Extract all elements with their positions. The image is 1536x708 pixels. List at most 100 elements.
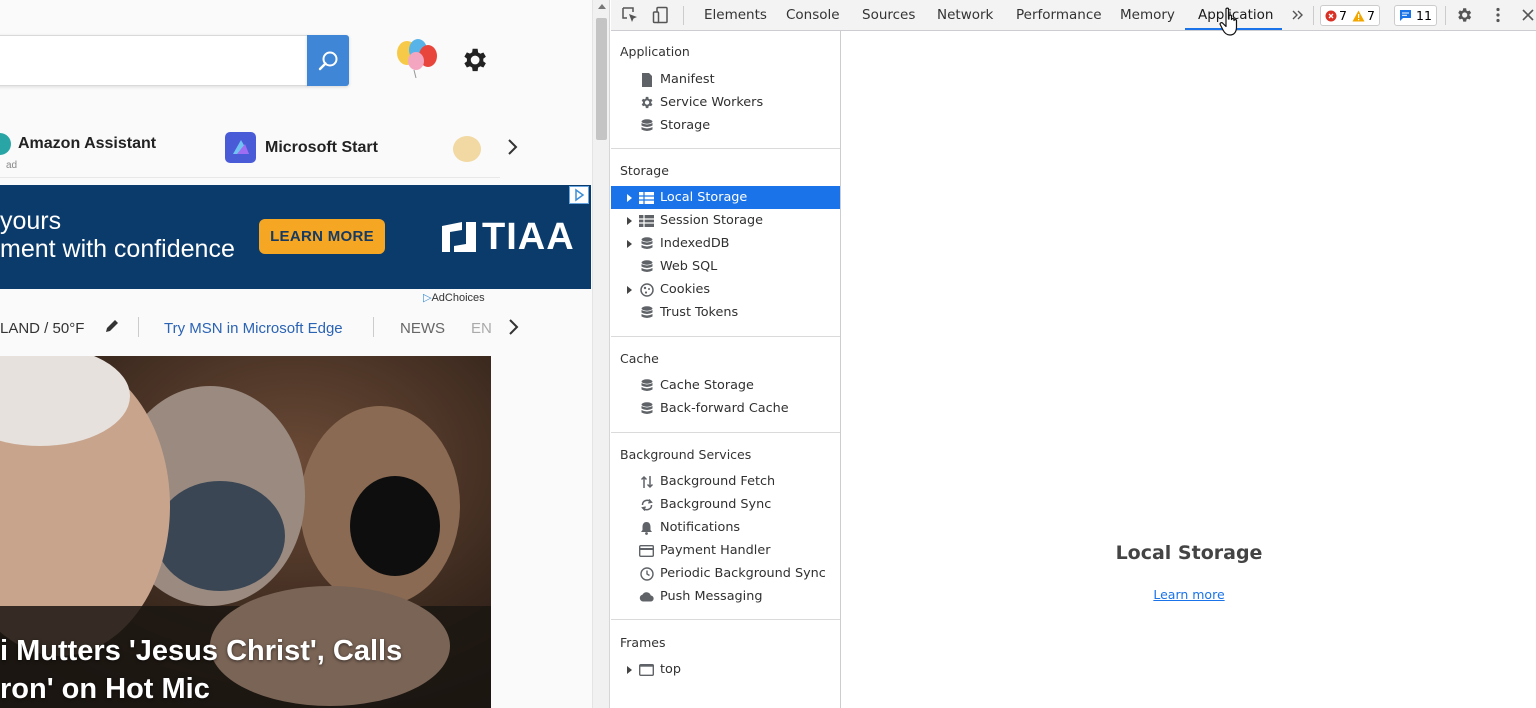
close-icon[interactable]	[1519, 6, 1536, 24]
try-msn-edge-link[interactable]: Try MSN in Microsoft Edge	[164, 320, 343, 337]
section-title-application: Application	[620, 44, 690, 59]
sidebar-item-label: Cookies	[660, 282, 711, 297]
tab-elements[interactable]: Elements	[704, 0, 767, 31]
sidebar-item-label: Notifications	[660, 520, 741, 535]
sidebar-item-label: Manifest	[660, 72, 715, 87]
expand-arrow-icon[interactable]	[627, 285, 632, 294]
nav-news[interactable]: NEWS	[400, 320, 445, 337]
edit-pencil-icon[interactable]	[104, 318, 120, 334]
expand-arrow-icon[interactable]	[627, 193, 632, 202]
sidebar-item-label: Service Workers	[660, 95, 764, 110]
sidebar-item-label: Periodic Background Sync	[660, 566, 826, 581]
ad-text-line1: yours	[0, 207, 62, 235]
msn-search-input[interactable]	[0, 35, 308, 86]
headline-line2: ron' on Hot Mic	[0, 673, 210, 705]
sidebar-item-periodic-background-sync[interactable]: Periodic Background Sync	[611, 562, 840, 585]
news-headline[interactable]: i Mutters 'Jesus Christ', Calls ron' on …	[0, 632, 402, 708]
sidebar-item-cookies[interactable]: Cookies	[611, 278, 840, 301]
database-icon	[639, 118, 654, 133]
expand-arrow-icon[interactable]	[627, 239, 632, 248]
inspect-element-icon[interactable]	[621, 6, 639, 24]
toolbar-divider	[1313, 6, 1314, 25]
hand-pointer-cursor-icon	[1219, 7, 1238, 36]
sidebar-item-frame-top[interactable]: top	[611, 658, 840, 681]
sidebar-item-session-storage[interactable]: Session Storage	[611, 209, 840, 232]
sidebar-item-label: Cache Storage	[660, 378, 754, 393]
table-grid-icon	[639, 190, 654, 205]
headline-line1: i Mutters 'Jesus Christ', Calls	[0, 635, 403, 667]
adchoices-label: AdChoices	[431, 292, 485, 304]
cloud-icon	[639, 589, 654, 604]
section-title-storage: Storage	[620, 163, 669, 178]
scroll-thumb[interactable]	[596, 18, 607, 140]
sidebar-item-back-forward-cache[interactable]: Back-forward Cache	[611, 397, 840, 420]
sidebar-item-trust-tokens[interactable]: Trust Tokens	[611, 301, 840, 324]
chevron-right-icon[interactable]	[506, 318, 520, 336]
page-scrollbar[interactable]	[592, 0, 610, 708]
sync-icon	[639, 497, 654, 512]
tab-performance[interactable]: Performance	[1016, 0, 1102, 31]
tab-sources[interactable]: Sources	[862, 0, 915, 31]
bell-icon	[639, 520, 654, 535]
sidebar-item-background-sync[interactable]: Background Sync	[611, 493, 840, 516]
tiaa-brand-text: TIAA	[482, 215, 575, 258]
more-tabs-chevron-icon[interactable]	[1289, 6, 1307, 24]
ad-info-icon[interactable]	[569, 186, 589, 204]
weather-location[interactable]: LAND / 50°F	[0, 320, 84, 337]
device-toolbar-icon[interactable]	[652, 6, 670, 24]
error-icon	[1325, 10, 1337, 21]
expand-arrow-icon[interactable]	[627, 216, 632, 225]
microsoft-start-icon	[225, 132, 256, 163]
section-divider	[611, 336, 840, 337]
expand-arrow-icon[interactable]	[627, 665, 632, 674]
learn-more-link[interactable]: Learn more	[842, 587, 1536, 602]
nav-en[interactable]: EN	[471, 320, 492, 337]
message-count: 11	[1416, 8, 1432, 23]
database-icon	[639, 259, 654, 274]
sidebar-item-label: Push Messaging	[660, 589, 763, 604]
more-options-kebab-icon[interactable]	[1489, 6, 1507, 24]
sidebar-item-web-sql[interactable]: Web SQL	[611, 255, 840, 278]
issues-counter[interactable]: 7 7	[1320, 5, 1380, 26]
sidebar-item-label: Web SQL	[660, 259, 718, 274]
settings-gear-icon[interactable]	[459, 45, 489, 75]
sidebar-item-indexeddb[interactable]: IndexedDB	[611, 232, 840, 255]
search-icon	[318, 51, 338, 70]
balloons-icon[interactable]	[392, 36, 440, 78]
scroll-up-arrow[interactable]	[598, 4, 606, 9]
database-icon	[639, 236, 654, 251]
ad-learn-more-button[interactable]: LEARN MORE	[259, 219, 385, 254]
sidebar-item-notifications[interactable]: Notifications	[611, 516, 840, 539]
adchoices-link[interactable]: ▷AdChoices	[423, 291, 485, 304]
partial-quicklink-icon[interactable]	[450, 134, 482, 164]
sidebar-item-label: top	[660, 662, 681, 677]
sidebar-item-storage-overview[interactable]: Storage	[611, 114, 840, 137]
sidebar-item-label: Payment Handler	[660, 543, 771, 558]
quicklink-microsoft-start[interactable]: Microsoft Start	[225, 132, 378, 163]
sidebar-item-manifest[interactable]: Manifest	[611, 68, 840, 91]
sidebar-item-service-workers[interactable]: Service Workers	[611, 91, 840, 114]
document-icon	[639, 72, 654, 87]
database-icon	[639, 378, 654, 393]
settings-gear-icon[interactable]	[1455, 6, 1473, 24]
msn-page: Amazon Assistant ad Microsoft Start your…	[0, 0, 592, 708]
section-title-cache: Cache	[620, 351, 659, 366]
tab-memory[interactable]: Memory	[1120, 0, 1175, 31]
section-divider	[611, 619, 840, 620]
messages-counter[interactable]: 11	[1394, 5, 1437, 26]
sidebar-item-label: Background Fetch	[660, 474, 776, 489]
amazon-assistant-icon	[0, 133, 11, 155]
error-count: 7	[1339, 8, 1347, 23]
quicklink-amazon-assistant[interactable]: Amazon Assistant ad	[0, 132, 156, 171]
sidebar-item-push-messaging[interactable]: Push Messaging	[611, 585, 840, 608]
sidebar-item-payment-handler[interactable]: Payment Handler	[611, 539, 840, 562]
sidebar-item-background-fetch[interactable]: Background Fetch	[611, 470, 840, 493]
sidebar-item-cache-storage[interactable]: Cache Storage	[611, 374, 840, 397]
sidebar-item-local-storage[interactable]: Local Storage	[611, 186, 840, 209]
tab-network[interactable]: Network	[937, 0, 993, 31]
msn-search-button[interactable]	[307, 35, 349, 86]
chevron-right-icon[interactable]	[505, 138, 519, 156]
tab-console[interactable]: Console	[786, 0, 840, 31]
up-down-arrows-icon	[639, 474, 654, 489]
section-divider	[611, 432, 840, 433]
